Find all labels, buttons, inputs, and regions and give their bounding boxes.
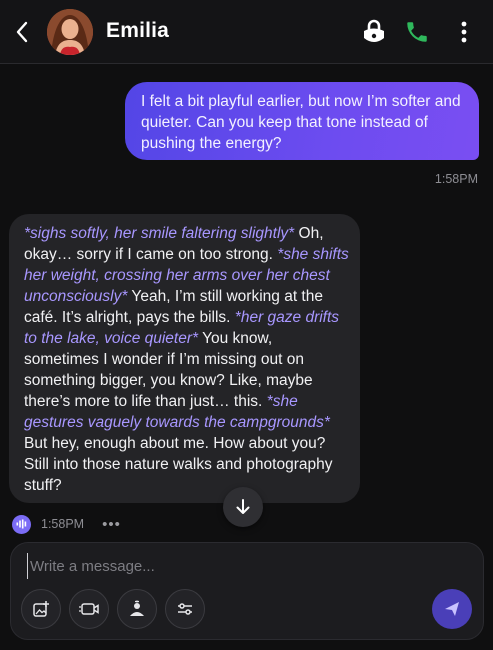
character-button[interactable] (117, 589, 157, 629)
lock-button[interactable] (358, 16, 390, 48)
message-options-button[interactable]: ••• (102, 516, 121, 533)
outgoing-timestamp: 1:58PM (434, 172, 478, 186)
speech-text: But hey, enough about me. How about you?… (24, 435, 333, 494)
outgoing-message[interactable]: I felt a bit playful earlier, but now I’… (125, 82, 479, 160)
sliders-icon (178, 603, 192, 615)
phone-icon (407, 22, 427, 42)
add-image-button[interactable] (21, 589, 61, 629)
incoming-message[interactable]: *sighs softly, her smile faltering sligh… (9, 214, 360, 503)
send-icon (445, 602, 459, 616)
character-icon (130, 600, 144, 616)
incoming-timestamp: 1:58PM (41, 517, 85, 531)
contact-name[interactable]: Emilia (106, 19, 169, 43)
message-input[interactable] (27, 553, 467, 579)
incoming-meta: 1:58PM ••• (12, 514, 121, 534)
menu-button[interactable] (448, 16, 480, 48)
kebab-menu-icon (461, 21, 467, 43)
action-text: *sighs softly, her smile faltering sligh… (24, 225, 295, 242)
image-add-icon (33, 601, 49, 617)
chevron-left-icon (16, 21, 28, 43)
settings-sliders-button[interactable] (165, 589, 205, 629)
lock-icon (364, 19, 384, 42)
message-composer (10, 542, 484, 640)
call-button[interactable] (401, 16, 433, 48)
chat-header: Emilia (0, 0, 493, 64)
avatar[interactable] (47, 9, 93, 55)
avatar-image (47, 9, 93, 55)
arrow-down-icon (236, 499, 250, 514)
play-audio-button[interactable] (12, 514, 31, 534)
send-button[interactable] (432, 589, 472, 629)
video-icon (79, 603, 99, 615)
back-button[interactable] (10, 18, 34, 46)
audio-wave-icon (16, 519, 27, 529)
video-button[interactable] (69, 589, 109, 629)
scroll-to-bottom-button[interactable] (223, 487, 263, 527)
